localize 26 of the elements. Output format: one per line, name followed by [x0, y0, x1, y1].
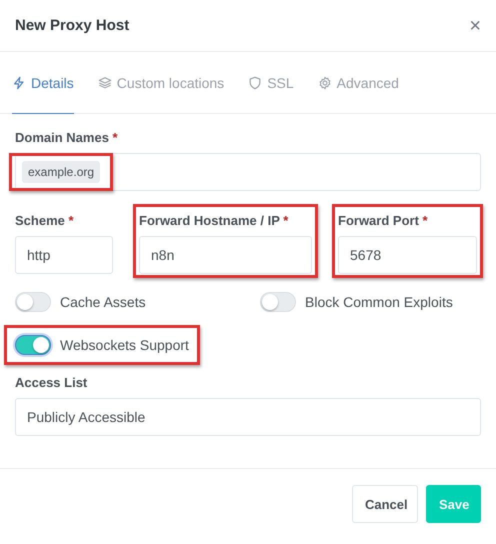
toggle-switch[interactable] [15, 335, 51, 355]
cancel-button[interactable]: Cancel [352, 485, 418, 523]
dialog-title: New Proxy Host [15, 17, 130, 34]
tab[interactable]: Details [12, 52, 74, 114]
required-mark: * [112, 130, 118, 145]
lightning-icon [12, 76, 26, 90]
toggle-label: Websockets Support [60, 337, 189, 353]
toggle-label: Cache Assets [60, 294, 146, 310]
input-field[interactable]: 5678 [338, 236, 477, 274]
input-field[interactable]: n8n [139, 236, 312, 274]
layers-icon [98, 76, 112, 90]
close-button[interactable]: × [469, 16, 481, 36]
field-label: Scheme [15, 213, 65, 228]
select-field[interactable]: Publicly Accessible [15, 398, 481, 436]
toggle-label: Block Common Exploits [305, 294, 453, 310]
field-label: Forward Port [338, 213, 419, 228]
required-mark: * [283, 213, 288, 228]
input-field[interactable]: http [15, 236, 113, 274]
field-label: Domain Names [15, 130, 109, 145]
required-mark: * [68, 213, 74, 228]
field-label: Forward Hostname / IP [139, 213, 280, 228]
field-label: Access List [15, 375, 88, 390]
tag-chip[interactable]: example.org [22, 161, 100, 183]
required-mark: * [422, 213, 428, 228]
settings-icon [318, 76, 332, 90]
shield-icon [248, 76, 262, 90]
